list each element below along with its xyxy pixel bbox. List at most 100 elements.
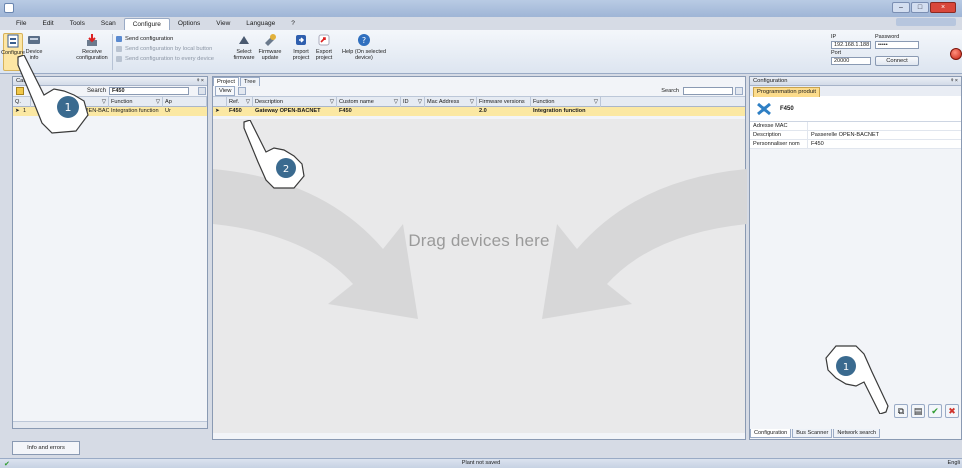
- send-local-button[interactable]: Send configuration by local button: [116, 44, 234, 54]
- col-mac-label: Mac Address: [427, 98, 460, 105]
- send-configuration-button[interactable]: Send configuration: [116, 34, 234, 44]
- property-key: Description: [750, 131, 808, 139]
- cancel-x-icon[interactable]: ✖: [945, 404, 959, 418]
- filter-icon[interactable]: ▽: [594, 97, 598, 107]
- info-errors-tab[interactable]: Info and errors: [12, 441, 80, 455]
- col-ref-label: Ref.: [229, 98, 240, 105]
- send-icon: [116, 36, 122, 42]
- send-every-device-button[interactable]: Send configuration to every device: [116, 54, 234, 64]
- close-button[interactable]: ×: [930, 2, 956, 13]
- tab-tree[interactable]: Tree: [240, 77, 260, 86]
- apply-check-icon[interactable]: ✔: [928, 404, 942, 418]
- gateway-icon: [757, 102, 771, 115]
- import-project-icon: [294, 33, 308, 47]
- filter-icon[interactable]: ▽: [394, 97, 398, 107]
- menu-help[interactable]: ?: [283, 18, 303, 30]
- col-id[interactable]: ID ▽: [401, 96, 425, 107]
- send-configuration-label: Send configuration: [125, 36, 174, 42]
- export-project-button[interactable]: Export project: [313, 33, 335, 71]
- window-controls: – □ ×: [892, 2, 956, 14]
- menu-edit[interactable]: Edit: [34, 18, 61, 30]
- export-project-icon: [317, 33, 331, 47]
- project-row-description: Gateway OPEN-BACNET: [255, 108, 321, 114]
- brand-strip: [896, 18, 956, 26]
- col-custom-name[interactable]: Custom name ▽: [337, 96, 401, 107]
- minimize-button[interactable]: –: [892, 2, 910, 13]
- app-icon: [4, 3, 14, 13]
- col-function[interactable]: Function ▽: [109, 96, 163, 107]
- filter-icon[interactable]: ▽: [246, 97, 250, 107]
- menu-language[interactable]: Language: [238, 18, 283, 30]
- col-app[interactable]: Ap: [163, 96, 207, 107]
- password-field[interactable]: •••••: [875, 41, 919, 49]
- catalog-horizontal-scrollbar[interactable]: [13, 421, 207, 428]
- project-tabs: Project Tree: [213, 77, 745, 86]
- project-device-row[interactable]: ➤ F450 Gateway OPEN-BACNET F450 2.0 Inte…: [213, 107, 745, 116]
- help-label: Help (On selected device): [341, 49, 387, 61]
- pin-close-icon[interactable]: ᵠ ×: [197, 77, 204, 86]
- tab-configuration[interactable]: Configuration: [750, 429, 792, 438]
- tab-network-search[interactable]: Network search: [833, 429, 881, 438]
- config-tab-header: Programmation produit: [750, 86, 961, 97]
- configuration-title: Configuration: [753, 78, 788, 84]
- tab-programmation-produit[interactable]: Programmation produit: [753, 87, 820, 97]
- menu-options[interactable]: Options: [170, 18, 208, 30]
- firmware-update-button[interactable]: Firmware update: [258, 33, 282, 71]
- callout-number: 2: [283, 164, 289, 175]
- tab-project[interactable]: Project: [213, 77, 240, 86]
- property-row[interactable]: Adresse MAC: [750, 122, 961, 131]
- menu-scan[interactable]: Scan: [93, 18, 124, 30]
- tab-bus-scanner[interactable]: Bus Scanner: [792, 429, 833, 438]
- port-label: Port: [831, 50, 842, 56]
- menu-view[interactable]: View: [208, 18, 238, 30]
- col-mac[interactable]: Mac Address ▽: [425, 96, 477, 107]
- layout-icon[interactable]: [238, 87, 247, 95]
- col-function[interactable]: Function ▽: [531, 96, 601, 107]
- col-description[interactable]: Description ▽: [253, 96, 337, 107]
- callout-hand-1: 1: [12, 54, 94, 137]
- disconnected-indicator-icon[interactable]: [950, 48, 962, 60]
- ip-field[interactable]: 192.168.1.188: [831, 41, 871, 49]
- col-firmware[interactable]: Firmware versions: [477, 96, 531, 107]
- ip-label: IP: [831, 34, 837, 40]
- copy-config-icon[interactable]: ⧉: [894, 404, 908, 418]
- filter-icon[interactable]: ▽: [102, 97, 106, 107]
- help-selected-device-button[interactable]: ? Help (On selected device): [340, 33, 388, 71]
- view-button[interactable]: View: [215, 86, 236, 96]
- filter-icon[interactable]: ▽: [156, 97, 160, 107]
- ribbon-separator: [112, 34, 113, 70]
- search-icon[interactable]: [198, 87, 207, 95]
- config-actions: ⧉ ▤ ✔ ✖: [894, 404, 959, 418]
- col-description-label: Description: [255, 98, 283, 105]
- filter-icon[interactable]: ▽: [470, 97, 474, 107]
- project-search-input[interactable]: [683, 87, 733, 95]
- menu-configure[interactable]: Configure: [123, 17, 170, 30]
- col-function-label: Function: [533, 98, 555, 105]
- property-row[interactable]: Description Passerelle OPEN-BACNET: [750, 131, 961, 140]
- project-grid-header: Ref. ▽ Description ▽ Custom name ▽ ID ▽ Mac …: [213, 96, 745, 107]
- maximize-button[interactable]: □: [911, 2, 929, 13]
- port-field[interactable]: 20000: [831, 57, 871, 65]
- export-project-label: Export project: [315, 49, 333, 61]
- project-row-ref: F450: [229, 108, 242, 114]
- filter-icon[interactable]: ▽: [418, 97, 422, 107]
- catalog-search-input[interactable]: F450: [109, 87, 190, 95]
- menu-tools[interactable]: Tools: [62, 18, 93, 30]
- select-firmware-button[interactable]: Select firmware: [233, 33, 255, 71]
- filter-icon[interactable]: ▽: [330, 97, 334, 107]
- property-value: F450: [811, 141, 824, 147]
- search-icon[interactable]: [735, 87, 743, 95]
- property-row[interactable]: Personnaliser nom F450: [750, 140, 961, 149]
- menu-file[interactable]: File: [8, 18, 34, 30]
- connect-button[interactable]: Connect: [875, 56, 919, 66]
- status-text: Plant not saved: [461, 460, 501, 466]
- receive-config-icon: [85, 33, 99, 47]
- col-custom-name-label: Custom name: [339, 98, 374, 105]
- project-row-mac: [425, 107, 477, 116]
- import-project-button[interactable]: Import project: [290, 33, 312, 71]
- col-ref[interactable]: Ref. ▽: [227, 96, 253, 107]
- firmware-update-icon: [263, 33, 277, 47]
- config-bottom-tabs: Configuration Bus Scanner Network search: [750, 429, 881, 438]
- pin-close-icon[interactable]: ᵠ ×: [951, 77, 958, 86]
- save-config-icon[interactable]: ▤: [911, 404, 925, 418]
